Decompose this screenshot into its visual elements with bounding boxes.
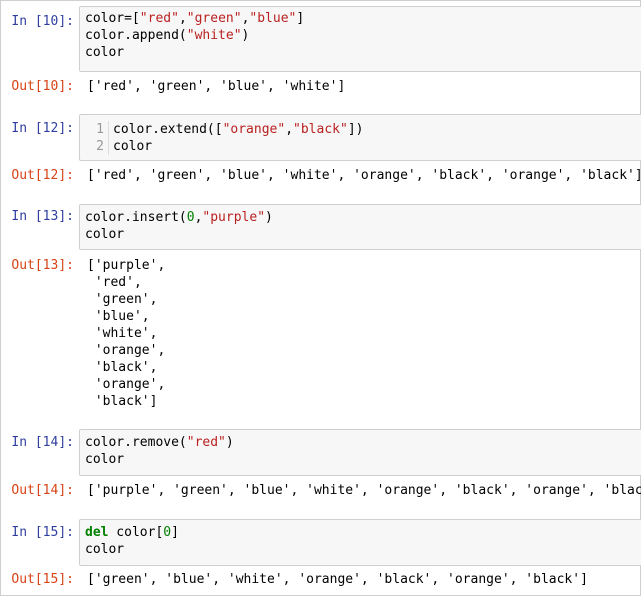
code-line: color.insert(0,"purple") — [85, 209, 641, 226]
code-token: ) — [265, 210, 273, 225]
code-input-cell[interactable]: del color[0] color — [79, 519, 641, 566]
in-prompt: In [13]: — [11, 209, 74, 224]
code-token: ]) — [347, 122, 364, 137]
in-prompt: In [15]: — [11, 525, 74, 540]
code-token: color — [85, 45, 125, 60]
code-input-cell[interactable]: color=["red","green","blue"] color.append… — [79, 6, 641, 72]
code-line: color — [85, 541, 641, 558]
code-line: color.remove("red") — [85, 434, 641, 451]
code-token: 0 — [186, 210, 195, 225]
output-area: ['purple', 'red', 'green', 'blue', 'whit… — [87, 257, 165, 410]
code-token: "orange" — [222, 122, 286, 137]
code-editor[interactable]: del color[0] color — [80, 520, 641, 558]
output-line: ['purple', — [87, 258, 166, 273]
code-editor[interactable]: color=["red","green","blue"] color.append… — [80, 7, 641, 61]
line-number: 1 — [80, 121, 109, 138]
out-prompt: Out[12]: — [11, 168, 74, 183]
out-prompt: Out[13]: — [11, 258, 74, 273]
code-input-cell[interactable]: color.insert(0,"purple") color — [79, 204, 641, 250]
code-token: "red" — [186, 435, 226, 450]
code-token: "purple" — [202, 210, 266, 225]
code-token: , — [285, 122, 294, 137]
in-prompt: In [14]: — [11, 435, 74, 450]
code-line: color — [85, 451, 641, 468]
output-area: ['red', 'green', 'blue', 'white', 'orang… — [87, 167, 641, 184]
output-line: 'orange', — [87, 343, 166, 358]
code-token: color.insert( — [85, 210, 187, 225]
output-line: 'orange', — [87, 377, 166, 392]
output-line: ['purple', 'green', 'blue', 'white', 'or… — [87, 483, 641, 498]
output-line: 'blue', — [87, 309, 150, 324]
code-line: color=["red","green","blue"] — [85, 10, 641, 27]
line-number: 2 — [80, 138, 109, 155]
out-prompt: Out[14]: — [11, 483, 74, 498]
in-prompt: In [10]: — [11, 14, 74, 29]
code-token: color — [85, 452, 125, 467]
code-token: ] — [296, 11, 305, 26]
output-line: 'black', — [87, 360, 158, 375]
code-input-cell[interactable]: 1 color.extend(["orange","black"]) 2 color — [79, 114, 641, 161]
code-token: color.append( — [85, 28, 187, 43]
code-token: color — [85, 227, 125, 242]
code-token: ) — [241, 28, 250, 43]
code-editor[interactable]: color.insert(0,"purple") color — [80, 205, 641, 243]
output-line: ['red', 'green', 'blue', 'white', 'orang… — [87, 168, 641, 183]
code-line: 2 color — [80, 138, 641, 155]
out-prompt: Out[15]: — [11, 572, 74, 587]
code-token: ) — [225, 435, 234, 450]
code-token: 0 — [163, 525, 172, 540]
code-token: "green" — [186, 11, 242, 26]
output-area: ['purple', 'green', 'blue', 'white', 'or… — [87, 482, 641, 499]
output-area: ['green', 'blue', 'white', 'orange', 'bl… — [87, 571, 588, 588]
code-token: , — [178, 11, 187, 26]
code-editor[interactable]: color.remove("red") color — [80, 430, 641, 468]
code-line: color — [85, 226, 641, 243]
code-token: ] — [171, 525, 179, 540]
output-line: 'red', — [87, 275, 142, 290]
code-token: color.remove( — [85, 435, 187, 450]
output-line: ['green', 'blue', 'white', 'orange', 'bl… — [87, 572, 588, 587]
output-line: 'white', — [87, 326, 158, 341]
output-line: 'green', — [87, 292, 158, 307]
code-line: color.append("white") — [85, 27, 641, 44]
code-token: color=[ — [85, 11, 140, 26]
in-prompt: In [12]: — [11, 121, 74, 136]
code-token: "white" — [186, 28, 242, 43]
output-area: ['red', 'green', 'blue', 'white'] — [87, 78, 345, 95]
code-token: del — [85, 525, 109, 540]
code-line: 1 color.extend(["orange","black"]) — [80, 121, 641, 138]
output-line: ['red', 'green', 'blue', 'white'] — [87, 79, 346, 94]
code-editor[interactable]: 1 color.extend(["orange","black"]) 2 color — [80, 115, 641, 155]
code-token: color.extend([ — [113, 122, 223, 137]
output-line: 'black'] — [87, 394, 158, 409]
code-token: "blue" — [249, 11, 297, 26]
out-prompt: Out[10]: — [11, 79, 74, 94]
code-token: color[ — [108, 525, 164, 540]
code-input-cell[interactable]: color.remove("red") color — [79, 429, 641, 476]
code-token: color — [113, 139, 153, 154]
code-token: "black" — [293, 122, 348, 137]
code-token: "red" — [139, 11, 179, 26]
code-line: color — [85, 44, 641, 61]
code-line: del color[0] — [85, 524, 641, 541]
code-token: color — [85, 542, 125, 557]
